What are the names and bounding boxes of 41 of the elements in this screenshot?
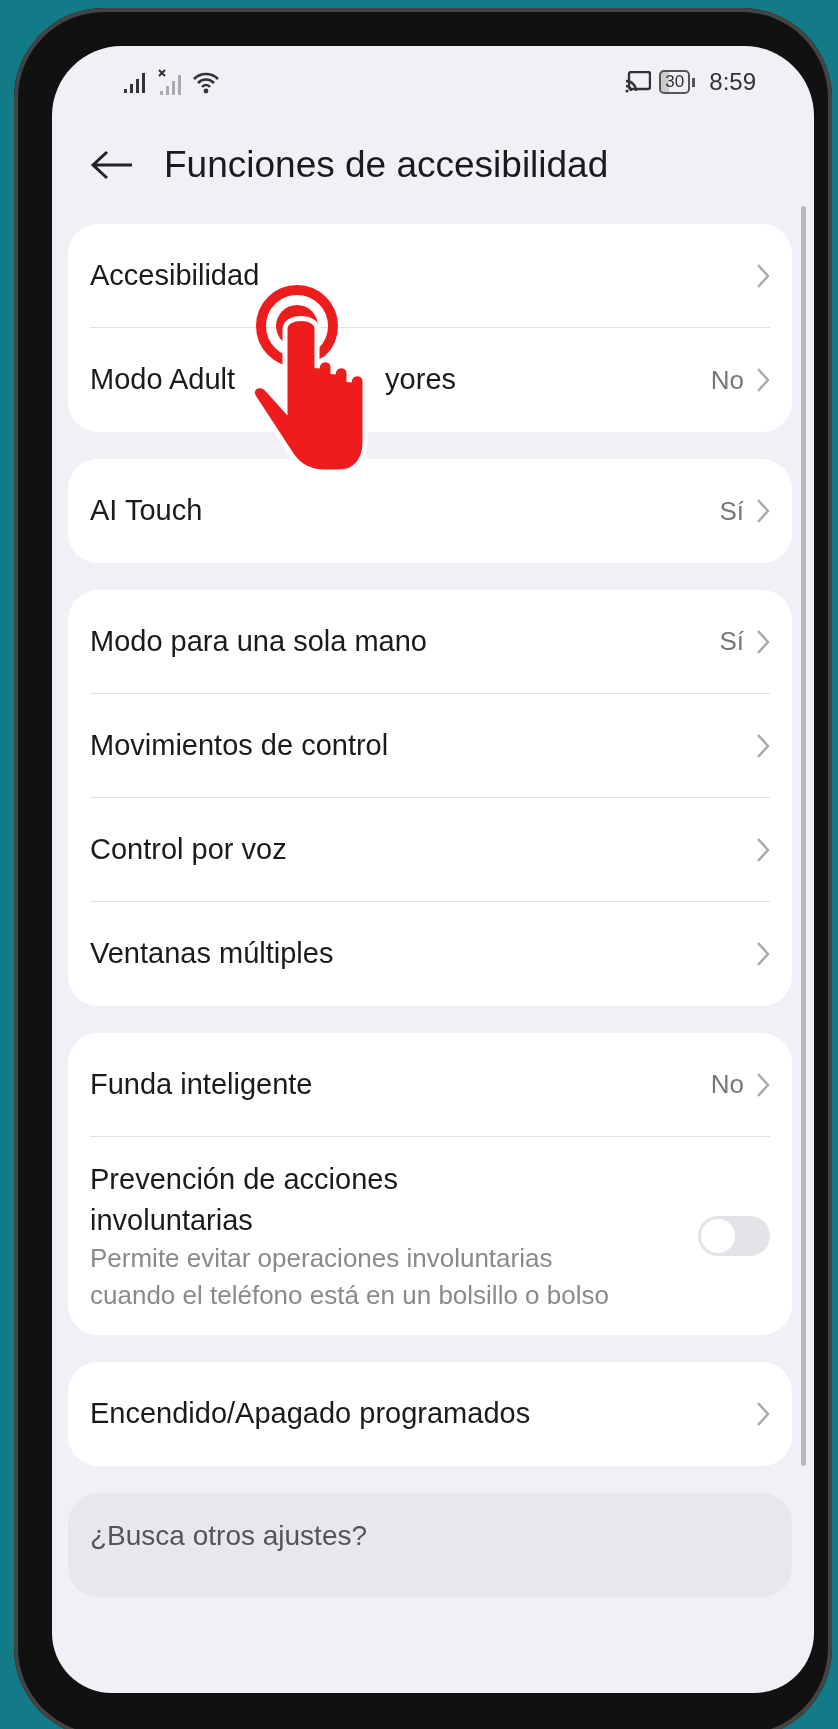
row-label: yores xyxy=(385,362,458,398)
chevron-right-icon xyxy=(756,836,770,863)
row-label: Ventanas múltiples xyxy=(90,936,335,972)
cast-icon xyxy=(625,71,652,93)
chevron-right-icon xyxy=(756,262,770,289)
row-label: Encendido/Apagado programados xyxy=(90,1396,532,1432)
row-label: Modo para una sola mano xyxy=(90,623,428,659)
row-value: Sí xyxy=(719,625,744,658)
row-label: Control por voz xyxy=(90,831,288,867)
row-value: No xyxy=(710,363,744,397)
chevron-right-icon xyxy=(756,941,770,967)
settings-row[interactable]: Funda inteligente No xyxy=(90,1033,770,1137)
clock-time: 8:59 xyxy=(709,67,756,97)
row-description: Permite evitar operaciones involuntarias cuando el teléfono está en un bolsillo o bolso xyxy=(90,1242,610,1312)
chevron-right-icon xyxy=(756,498,770,524)
row-label: Accesibilidad xyxy=(90,257,261,293)
page-title: Funciones de accesibilidad xyxy=(164,143,609,188)
settings-row[interactable]: Modo para una sola mano Sí xyxy=(90,590,770,694)
chevron-right-icon xyxy=(756,367,770,393)
row-label: AI Touch xyxy=(90,493,204,529)
settings-row[interactable]: Encendido/Apagado programados xyxy=(90,1361,770,1466)
settings-row[interactable]: Movimientos de control xyxy=(90,694,770,798)
settings-row[interactable]: Modo Adult yores No xyxy=(90,328,770,432)
row-label: Prevención de acciones involuntarias xyxy=(90,1162,399,1238)
chevron-right-icon xyxy=(756,1400,770,1427)
row-label: Funda inteligente xyxy=(90,1066,314,1102)
no-signal-icon xyxy=(158,69,184,95)
settings-row[interactable]: Control por voz xyxy=(90,798,770,902)
chevron-right-icon xyxy=(756,1071,770,1098)
row-label: Modo Adult xyxy=(90,362,236,398)
row-label: Movimientos de control xyxy=(90,727,390,763)
back-arrow-icon[interactable] xyxy=(90,149,134,181)
wifi-icon xyxy=(192,70,220,94)
toggle-switch[interactable] xyxy=(698,1216,770,1256)
chevron-right-icon xyxy=(756,732,770,759)
row-value: No xyxy=(710,1068,744,1101)
settings-row[interactable]: Ventanas múltiples xyxy=(90,902,770,1006)
row-value: Sí xyxy=(719,494,744,528)
settings-row[interactable]: AI Touch Sí xyxy=(90,459,770,563)
chevron-right-icon xyxy=(756,628,770,655)
suggestion-card[interactable]: ¿Busca otros ajustes? xyxy=(68,1492,792,1597)
